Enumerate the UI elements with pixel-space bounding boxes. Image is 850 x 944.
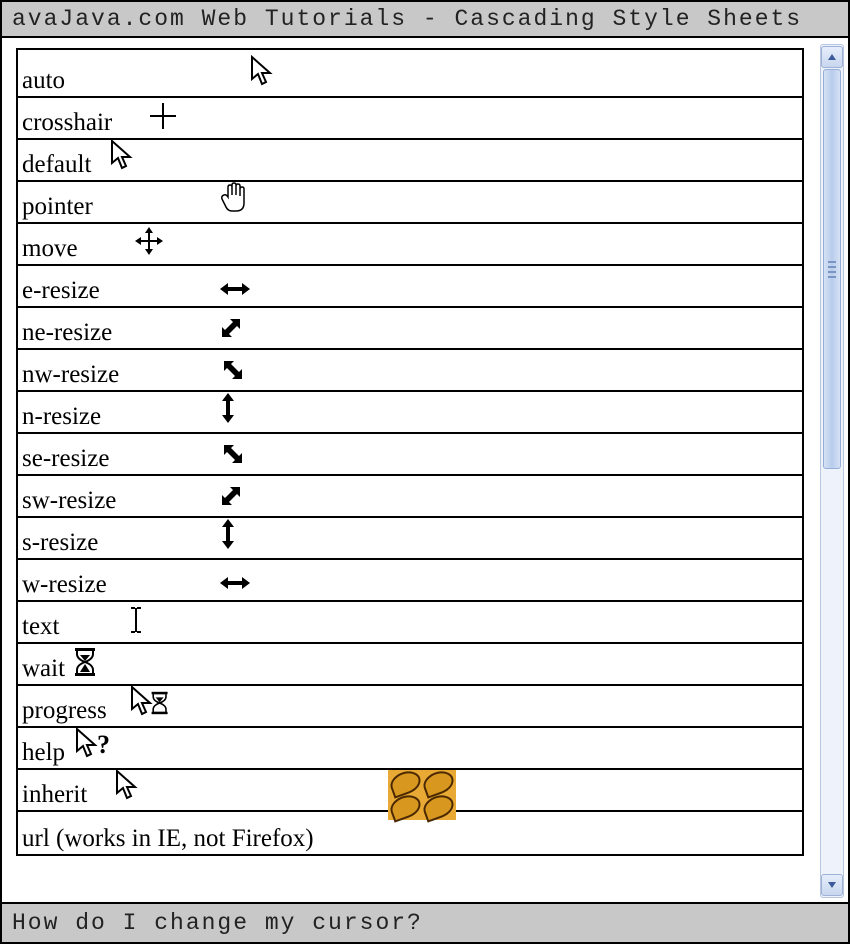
- h-resize-cursor-icon: [218, 278, 252, 306]
- arrow-cursor-icon: [248, 55, 276, 96]
- scroll-track[interactable]: [821, 69, 843, 873]
- nw-resize-cursor-icon: [218, 355, 246, 390]
- nw-resize-cursor-icon: [218, 439, 246, 474]
- text-cursor-icon: [128, 605, 144, 642]
- cursor-row-n-resize[interactable]: n-resize: [18, 392, 802, 434]
- ne-resize-cursor-icon: [218, 481, 246, 516]
- cursor-row-e-resize[interactable]: e-resize: [18, 266, 802, 308]
- window-titlebar: avaJava.com Web Tutorials - Cascading St…: [2, 2, 848, 38]
- cursor-label: wait: [22, 655, 65, 683]
- cursor-label: nw-resize: [22, 361, 119, 389]
- ne-resize-cursor-icon: [218, 313, 246, 348]
- cursor-label: default: [22, 151, 91, 179]
- scroll-thumb[interactable]: [823, 69, 841, 469]
- cursor-label: pointer: [22, 193, 93, 221]
- cursor-label: ne-resize: [22, 319, 112, 347]
- cursor-row-move[interactable]: move: [18, 224, 802, 266]
- arrow-cursor-icon: [108, 139, 136, 180]
- custom-cursor-image-icon: [388, 770, 456, 820]
- cursor-label: help: [22, 739, 65, 767]
- cursor-row-text[interactable]: text: [18, 602, 802, 644]
- scroll-up-button[interactable]: [821, 46, 843, 68]
- v-resize-cursor-icon: [218, 517, 238, 558]
- cursor-row-auto[interactable]: auto: [18, 56, 802, 98]
- vertical-scrollbar[interactable]: [820, 44, 844, 898]
- cursor-row-progress[interactable]: progress: [18, 686, 802, 728]
- cursor-label: w-resize: [22, 571, 107, 599]
- h-resize-cursor-icon: [218, 572, 252, 600]
- cursor-row-w-resize[interactable]: w-resize: [18, 560, 802, 602]
- help-cursor-icon: ?: [73, 727, 113, 768]
- cursor-row-crosshair[interactable]: crosshair: [18, 98, 802, 140]
- cursor-row-s-resize[interactable]: s-resize: [18, 518, 802, 560]
- cursor-label: crosshair: [22, 109, 112, 137]
- scroll-down-button[interactable]: [821, 874, 843, 896]
- status-text: How do I change my cursor?: [12, 910, 423, 936]
- cursor-row-pointer[interactable]: pointer: [18, 182, 802, 224]
- cursor-label: n-resize: [22, 403, 101, 431]
- crosshair-cursor-icon: [148, 101, 178, 138]
- cursor-row-sw-resize[interactable]: sw-resize: [18, 476, 802, 518]
- progress-cursor-icon: [128, 685, 172, 726]
- cursor-label: se-resize: [22, 445, 109, 473]
- cursor-table: auto crosshair default pointer move e-resize n…: [16, 48, 804, 856]
- cursor-row-inherit[interactable]: inherit: [18, 770, 802, 812]
- cursor-label: auto: [22, 67, 65, 95]
- cursor-label: text: [22, 613, 60, 641]
- cursor-label: e-resize: [22, 277, 100, 305]
- svg-text:?: ?: [97, 730, 110, 759]
- cursor-label: move: [22, 235, 78, 263]
- cursor-row-default[interactable]: default: [18, 140, 802, 182]
- v-resize-cursor-icon: [218, 391, 238, 432]
- cursor-row-nw-resize[interactable]: nw-resize: [18, 350, 802, 392]
- hand-cursor-icon: [218, 181, 248, 222]
- cursor-label: inherit: [22, 781, 87, 809]
- cursor-label: progress: [22, 697, 107, 725]
- cursor-row-wait[interactable]: wait: [18, 644, 802, 686]
- cursor-label: url (works in IE, not Firefox): [22, 825, 314, 853]
- arrow-cursor-icon: [113, 769, 141, 810]
- move-cursor-icon: [133, 225, 165, 264]
- window-body: auto crosshair default pointer move e-resize n…: [2, 38, 848, 902]
- status-bar: How do I change my cursor?: [2, 902, 848, 942]
- wait-cursor-icon: [73, 647, 97, 684]
- cursor-row-ne-resize[interactable]: ne-resize: [18, 308, 802, 350]
- cursor-label: s-resize: [22, 529, 98, 557]
- cursor-label: sw-resize: [22, 487, 116, 515]
- cursor-row-se-resize[interactable]: se-resize: [18, 434, 802, 476]
- cursor-row-help[interactable]: help?: [18, 728, 802, 770]
- window-title: avaJava.com Web Tutorials - Cascading St…: [12, 6, 802, 32]
